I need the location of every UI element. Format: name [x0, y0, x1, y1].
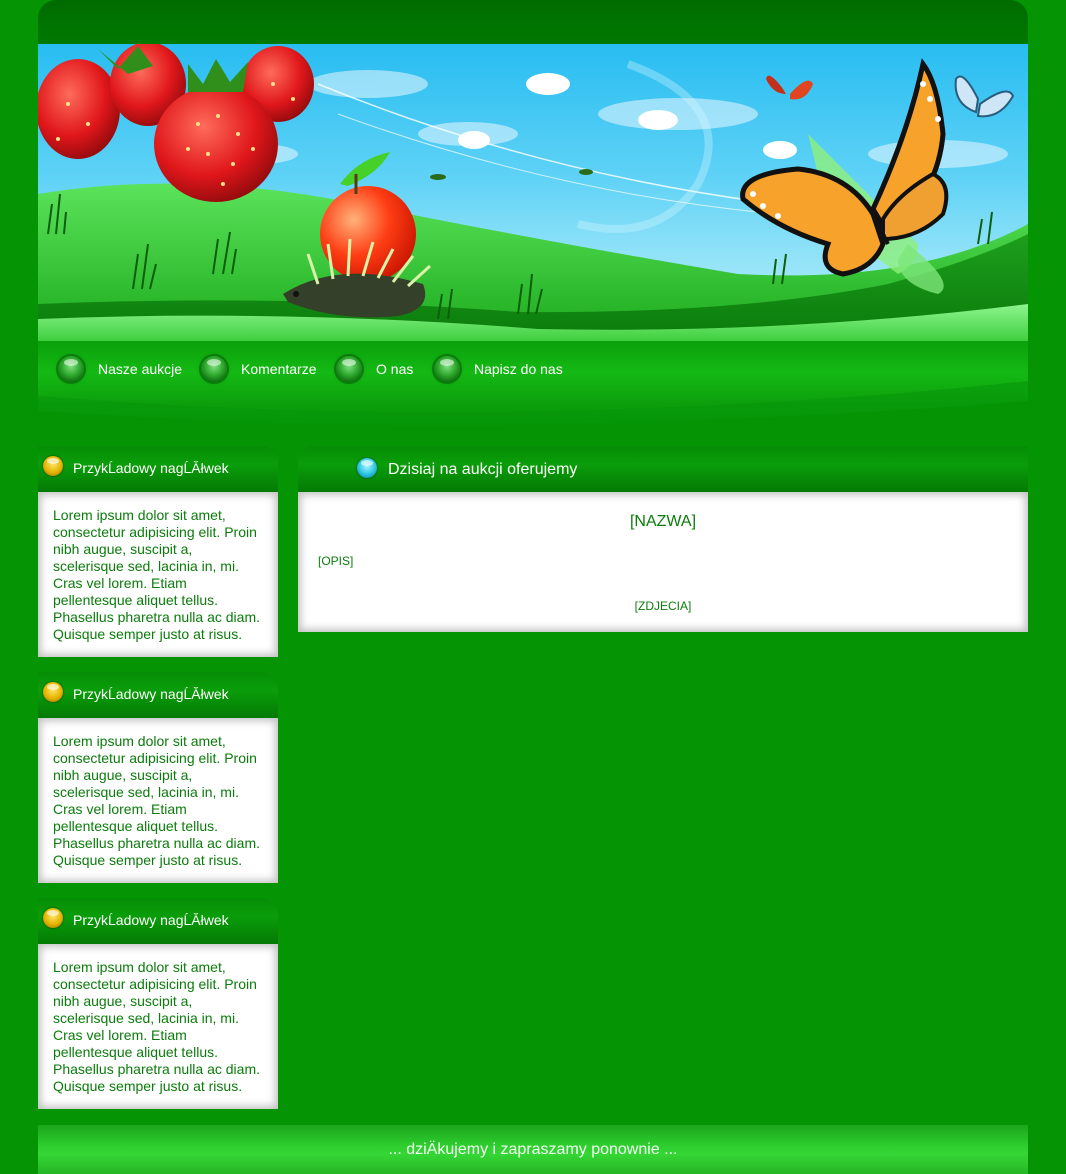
sidebar-box-header: PrzykĹadowy nagĹĂłwek	[38, 446, 278, 492]
main-box-title: Dzisiaj na aukcji oferujemy	[388, 461, 578, 478]
sidebar-box-header: PrzykĹadowy nagĹĂłwek	[38, 672, 278, 718]
footer: ... dziÄkujemy i zapraszamy ponownie ...	[38, 1125, 1028, 1174]
nav-item-nasze-aukcje[interactable]: Nasze aukcje	[58, 355, 182, 383]
nav-bullet-icon	[58, 356, 84, 382]
sidebar-box-content: Lorem ipsum dolor sit amet, consectetur …	[38, 492, 278, 657]
sidebar-box-title: PrzykĹadowy nagĹĂłwek	[73, 460, 229, 476]
blue-ball-icon	[357, 458, 377, 478]
nav-item-label[interactable]: Napisz do nas	[474, 361, 563, 377]
yellow-ball-icon	[43, 456, 63, 476]
sidebar-box-title: PrzykĹadowy nagĹĂłwek	[73, 912, 229, 928]
sidebar-box-title: PrzykĹadowy nagĹĂłwek	[73, 686, 229, 702]
sidebar-box-content: Lorem ipsum dolor sit amet, consectetur …	[38, 718, 278, 883]
auction-name: [NAZWA]	[629, 513, 697, 530]
blue-butterfly-illustration	[954, 75, 1015, 118]
strawberries-illustration	[38, 44, 314, 202]
sidebar-box-text: Lorem ipsum dolor sit amet, consectetur …	[53, 959, 261, 1094]
sidebar-box-text: Lorem ipsum dolor sit amet, consectetur …	[53, 507, 261, 642]
yellow-ball-icon	[43, 908, 63, 928]
nav-item-label[interactable]: Komentarze	[241, 361, 316, 377]
sidebar-box-text: Lorem ipsum dolor sit amet, consectetur …	[53, 733, 261, 868]
auction-description: [OPIS]	[318, 554, 354, 568]
clouds-illustration	[218, 70, 1008, 168]
red-butterfly-illustration	[766, 75, 813, 100]
header-banner	[38, 44, 1028, 341]
nav-bullet-icon	[201, 356, 227, 382]
sidebar-box-header: PrzykĹadowy nagĹĂłwek	[38, 898, 278, 944]
nav-bullet-icon	[434, 356, 460, 382]
main-box-header: Dzisiaj na aukcji oferujemy	[298, 446, 1028, 492]
footer-text: ... dziÄkujemy i zapraszamy ponownie ...	[388, 1141, 678, 1158]
top-bar	[38, 0, 1028, 44]
main-navigation: Nasze aukcje Komentarze O nas Napisz do …	[38, 341, 1028, 431]
nav-bullet-icon	[336, 356, 362, 382]
main-box-content: [NAZWA] [OPIS] [ZDJECIA]	[298, 492, 1028, 632]
monarch-butterfly-illustration	[740, 58, 949, 294]
nav-item-label[interactable]: Nasze aukcje	[98, 361, 182, 377]
nav-item-komentarze[interactable]: Komentarze	[201, 355, 316, 383]
nav-item-napisz-do-nas[interactable]: Napisz do nas	[434, 355, 563, 383]
yellow-ball-icon	[43, 682, 63, 702]
sidebar-box-content: Lorem ipsum dolor sit amet, consectetur …	[38, 944, 278, 1109]
auction-photos: [ZDJECIA]	[634, 599, 692, 613]
nav-item-o-nas[interactable]: O nas	[336, 355, 413, 383]
nav-item-label[interactable]: O nas	[376, 361, 413, 377]
